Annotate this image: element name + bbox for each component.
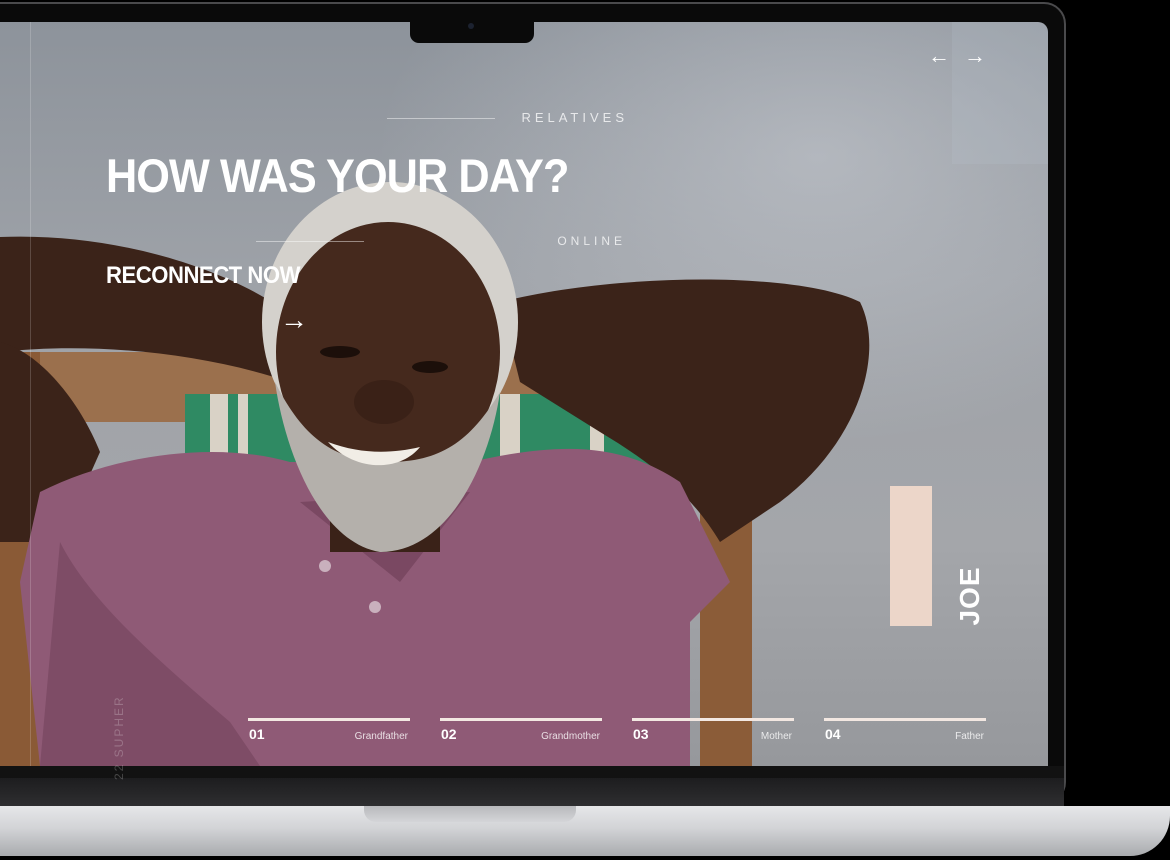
arrow-right-icon[interactable]: → — [964, 45, 986, 67]
page-title: HOW WAS YOUR DAY? — [106, 149, 569, 202]
relatives-list: 01 Grandfather 02 Grandmother 03 Mother … — [248, 718, 986, 748]
accent-bar — [890, 486, 932, 626]
relative-divider — [632, 718, 794, 721]
relative-role: Grandfather — [354, 731, 408, 742]
laptop-base — [0, 806, 1170, 856]
arrow-left-icon[interactable]: ← — [928, 45, 950, 67]
status-rule — [256, 241, 364, 242]
relative-role: Grandmother — [541, 731, 600, 742]
relative-number: 04 — [825, 726, 841, 742]
relative-number: 01 — [249, 726, 265, 742]
watermark: 22 SUPHER — [112, 695, 126, 780]
reconnect-button[interactable]: RECONNECT NOW — [106, 262, 300, 290]
relative-item-grandfather[interactable]: 01 Grandfather — [248, 718, 410, 748]
eyebrow-rule — [387, 118, 495, 119]
camera-icon — [468, 23, 474, 29]
relative-divider — [440, 718, 602, 721]
relative-role: Mother — [760, 731, 792, 742]
camera-notch — [410, 22, 534, 43]
carousel-nav: ← → — [928, 45, 986, 67]
arrow-right-icon[interactable]: → — [280, 306, 308, 334]
relative-item-father[interactable]: 04 Father — [824, 718, 986, 748]
trackpad-notch — [364, 806, 576, 822]
hero-photo — [0, 182, 870, 766]
relative-item-grandmother[interactable]: 02 Grandmother — [440, 718, 602, 748]
relative-role: Father — [955, 731, 984, 742]
relative-item-mother[interactable]: 03 Mother — [632, 718, 794, 748]
featured-name: JOE — [954, 566, 985, 626]
status-label: ONLINE — [557, 234, 626, 248]
laptop-hinge — [0, 778, 1064, 806]
relative-number: 03 — [633, 726, 649, 742]
edge-divider — [30, 22, 31, 766]
status-line: ONLINE — [256, 234, 628, 250]
screen: ← → RELATIVES HOW WAS YOUR DAY? ONLINE R… — [0, 22, 1048, 766]
relative-divider — [248, 718, 410, 721]
relative-divider — [824, 718, 986, 721]
relative-number: 02 — [441, 726, 457, 742]
eyebrow: RELATIVES — [385, 110, 630, 128]
eyebrow-label: RELATIVES — [521, 110, 628, 125]
